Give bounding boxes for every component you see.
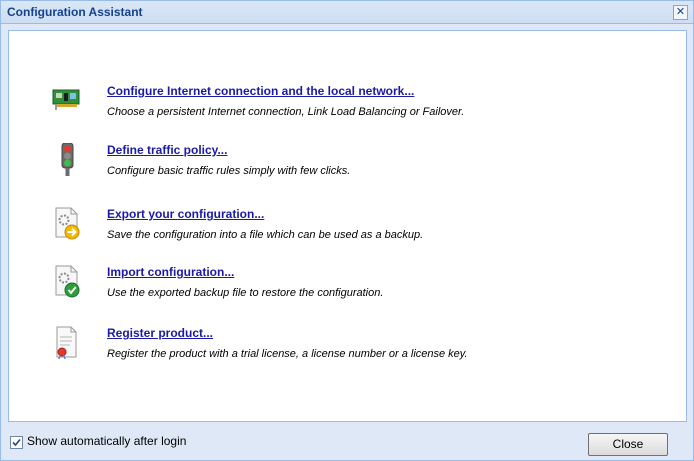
checkmark-icon [12, 438, 21, 447]
list-item-register-product: Register product... Register the product… [9, 326, 679, 370]
network-card-icon [52, 89, 80, 110]
register-product-description: Register the product with a trial licens… [107, 348, 468, 360]
import-configuration-description: Use the exported backup file to restore … [107, 287, 384, 299]
configure-internet-description: Choose a persistent Internet connection,… [107, 106, 465, 118]
list-item-define-traffic: Define traffic policy... Configure basic… [9, 143, 679, 187]
show-after-login-label[interactable]: Show automatically after login [27, 434, 186, 448]
show-after-login-checkbox[interactable] [10, 436, 23, 449]
register-product-icon [56, 326, 77, 360]
traffic-light-icon [61, 143, 74, 176]
define-traffic-link[interactable]: Define traffic policy... [107, 143, 227, 157]
configuration-assistant-dialog: Configuration Assistant ✕ Configure Inte… [0, 0, 694, 461]
import-configuration-link[interactable]: Import configuration... [107, 265, 234, 279]
define-traffic-description: Configure basic traffic rules simply wit… [107, 165, 351, 177]
list-item-configure-internet: Configure Internet connection and the lo… [9, 84, 679, 128]
list-item-import-configuration: Import configuration... Use the exported… [9, 265, 679, 309]
footer-bar: Show automatically after login Close [1, 421, 693, 460]
content-panel: Configure Internet connection and the lo… [8, 30, 687, 422]
import-config-icon [55, 265, 80, 298]
close-button[interactable]: Close [588, 433, 668, 456]
window-title: Configuration Assistant [7, 5, 143, 19]
title-bar: Configuration Assistant ✕ [1, 1, 693, 24]
configure-internet-link[interactable]: Configure Internet connection and the lo… [107, 84, 414, 98]
export-configuration-description: Save the configuration into a file which… [107, 229, 424, 241]
export-config-icon [55, 207, 80, 240]
register-product-link[interactable]: Register product... [107, 326, 213, 340]
list-item-export-configuration: Export your configuration... Save the co… [9, 207, 679, 251]
export-configuration-link[interactable]: Export your configuration... [107, 207, 264, 221]
close-icon[interactable]: ✕ [673, 5, 688, 20]
